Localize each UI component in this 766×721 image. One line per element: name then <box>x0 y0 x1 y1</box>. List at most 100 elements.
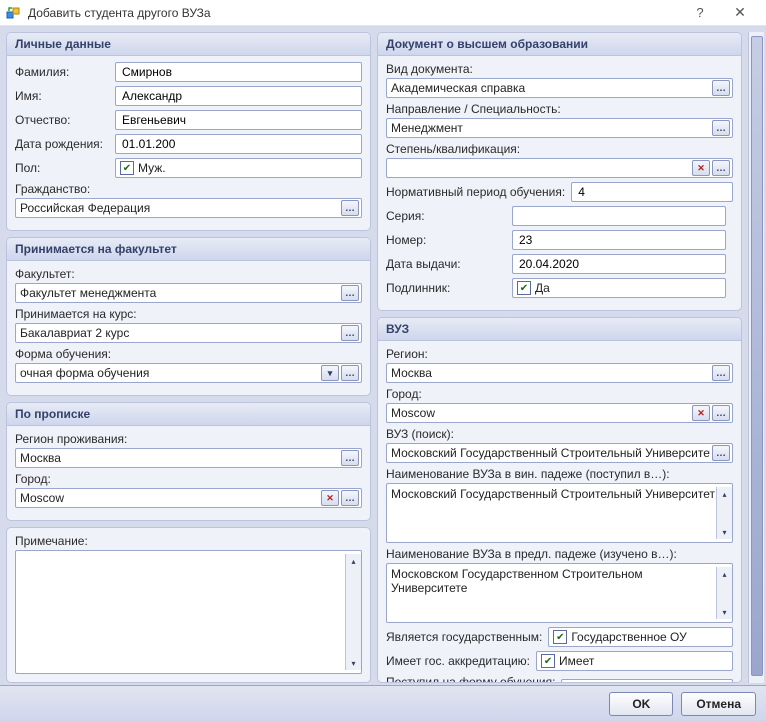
vuz-acc-textarea[interactable]: Московский Государственный Строительный … <box>386 483 733 543</box>
titlebar: Добавить студента другого ВУЗа ? ✕ <box>0 0 766 26</box>
scroll-up-icon[interactable]: ▴ <box>718 487 732 501</box>
doc-series-label: Серия: <box>386 209 506 223</box>
cancel-button[interactable]: Отмена <box>681 692 756 716</box>
form-combo[interactable]: очная форма обучения <box>15 363 362 383</box>
course-value: Бакалавриат 2 курс <box>20 326 339 340</box>
doc-norm-label: Нормативный период обучения: <box>386 185 565 199</box>
sex-label: Пол: <box>15 161 109 175</box>
vuz-acc-label: Наименование ВУЗа в вин. падеже (поступи… <box>386 467 733 481</box>
surname-input[interactable] <box>115 62 362 82</box>
doc-degree-lookup-button[interactable] <box>712 160 730 176</box>
faculty-header: Принимается на факультет <box>7 238 370 261</box>
form-lookup-button[interactable] <box>341 365 359 381</box>
res-region-value: Москва <box>20 451 339 465</box>
citizenship-value: Российская Федерация <box>20 201 339 215</box>
vuz-accr-checkbox[interactable]: ✔ <box>541 654 555 668</box>
doc-norm-input[interactable] <box>571 182 733 202</box>
scroll-up-icon[interactable]: ▴ <box>718 567 732 581</box>
ok-button[interactable]: OK <box>609 692 673 716</box>
doc-number-input[interactable] <box>512 230 726 250</box>
vuz-state-field[interactable]: ✔ Государственное ОУ <box>548 627 733 647</box>
form-dropdown-button[interactable] <box>321 365 339 381</box>
res-region-combo[interactable]: Москва <box>15 448 362 468</box>
residence-header: По прописке <box>7 403 370 426</box>
doc-type-lookup-button[interactable] <box>712 80 730 96</box>
doc-orig-checkbox[interactable]: ✔ <box>517 281 531 295</box>
faculty-lookup-button[interactable] <box>341 285 359 301</box>
doc-spec-label: Направление / Специальность: <box>386 102 733 116</box>
vuz-prep-value: Московском Государственном Строительном … <box>391 567 716 595</box>
res-city-combo[interactable]: Moscow <box>15 488 362 508</box>
vuz-accr-field[interactable]: ✔ Имеет <box>536 651 733 671</box>
surname-label: Фамилия: <box>15 65 109 79</box>
note-textarea[interactable]: ▴ ▾ <box>15 550 362 674</box>
dob-label: Дата рождения: <box>15 137 109 151</box>
vuz-state-checkbox[interactable]: ✔ <box>553 630 567 644</box>
doc-degree-combo[interactable] <box>386 158 733 178</box>
vuz-city-label: Город: <box>386 387 733 401</box>
vuz-acc-value: Московский Государственный Строительный … <box>391 487 716 501</box>
faculty-combo[interactable]: Факультет менеджмента <box>15 283 362 303</box>
sex-value: Муж. <box>138 161 359 175</box>
scroll-down-icon[interactable]: ▾ <box>718 605 732 619</box>
res-region-label: Регион проживания: <box>15 432 362 446</box>
close-button[interactable]: ✕ <box>720 0 760 26</box>
vuz-search-lookup-button[interactable] <box>712 445 730 461</box>
doc-orig-value: Да <box>535 281 723 295</box>
patronymic-input[interactable] <box>115 110 362 130</box>
res-city-value: Moscow <box>20 491 319 505</box>
vuz-search-combo[interactable]: Московский Государственный Строительный … <box>386 443 733 463</box>
vuz-region-value: Москва <box>391 366 710 380</box>
course-label: Принимается на курс: <box>15 307 362 321</box>
citizenship-lookup-button[interactable] <box>341 200 359 216</box>
page-scrollbar-thumb[interactable] <box>751 36 763 676</box>
res-city-lookup-button[interactable] <box>341 490 359 506</box>
scroll-up-icon[interactable]: ▴ <box>347 554 361 568</box>
sex-checkbox-field[interactable]: ✔ Муж. <box>115 158 362 178</box>
vuz-acc-scrollbar[interactable]: ▴ ▾ <box>716 487 732 539</box>
note-group: Примечание: ▴ ▾ <box>6 527 371 683</box>
help-button[interactable]: ? <box>680 0 720 26</box>
note-scrollbar[interactable]: ▴ ▾ <box>345 554 361 670</box>
dialog-footer: OK Отмена <box>0 685 766 721</box>
dob-input[interactable] <box>115 134 362 154</box>
vuz-region-lookup-button[interactable] <box>712 365 730 381</box>
citizenship-combo[interactable]: Российская Федерация <box>15 198 362 218</box>
vuz-group: ВУЗ Регион: Москва Город: Moscow <box>377 317 742 683</box>
name-label: Имя: <box>15 89 109 103</box>
doc-spec-combo[interactable]: Менеджмент <box>386 118 733 138</box>
vuz-enroll-field[interactable] <box>561 679 733 683</box>
doc-type-combo[interactable]: Академическая справка <box>386 78 733 98</box>
vuz-city-combo[interactable]: Moscow <box>386 403 733 423</box>
form-label: Форма обучения: <box>15 347 362 361</box>
vuz-region-combo[interactable]: Москва <box>386 363 733 383</box>
note-label: Примечание: <box>15 534 362 548</box>
personal-group: Личные данные Фамилия: Имя: Отчество: <box>6 32 371 231</box>
doc-header: Документ о высшем образовании <box>378 33 741 56</box>
name-input[interactable] <box>115 86 362 106</box>
vuz-prep-scrollbar[interactable]: ▴ ▾ <box>716 567 732 619</box>
course-combo[interactable]: Бакалавриат 2 курс <box>15 323 362 343</box>
doc-orig-label: Подлинник: <box>386 281 506 295</box>
doc-issue-input[interactable] <box>512 254 726 274</box>
course-lookup-button[interactable] <box>341 325 359 341</box>
doc-series-input[interactable] <box>512 206 726 226</box>
scroll-down-icon[interactable]: ▾ <box>347 656 361 670</box>
vuz-prep-label: Наименование ВУЗа в предл. падеже (изуче… <box>386 547 733 561</box>
doc-orig-field[interactable]: ✔ Да <box>512 278 726 298</box>
scroll-down-icon[interactable]: ▾ <box>718 525 732 539</box>
page-scrollbar[interactable] <box>748 32 764 683</box>
dialog-content: Личные данные Фамилия: Имя: Отчество: <box>0 26 766 685</box>
res-city-clear-button[interactable] <box>321 490 339 506</box>
vuz-city-lookup-button[interactable] <box>712 405 730 421</box>
doc-degree-clear-button[interactable] <box>692 160 710 176</box>
vuz-city-clear-button[interactable] <box>692 405 710 421</box>
vuz-prep-textarea[interactable]: Московском Государственном Строительном … <box>386 563 733 623</box>
doc-spec-lookup-button[interactable] <box>712 120 730 136</box>
doc-group: Документ о высшем образовании Вид докуме… <box>377 32 742 311</box>
res-region-lookup-button[interactable] <box>341 450 359 466</box>
res-city-label: Город: <box>15 472 362 486</box>
sex-checkbox[interactable]: ✔ <box>120 161 134 175</box>
vuz-accr-label: Имеет гос. аккредитацию: <box>386 654 530 668</box>
vuz-enroll-label: Поступил на форму обучения: <box>386 675 555 683</box>
